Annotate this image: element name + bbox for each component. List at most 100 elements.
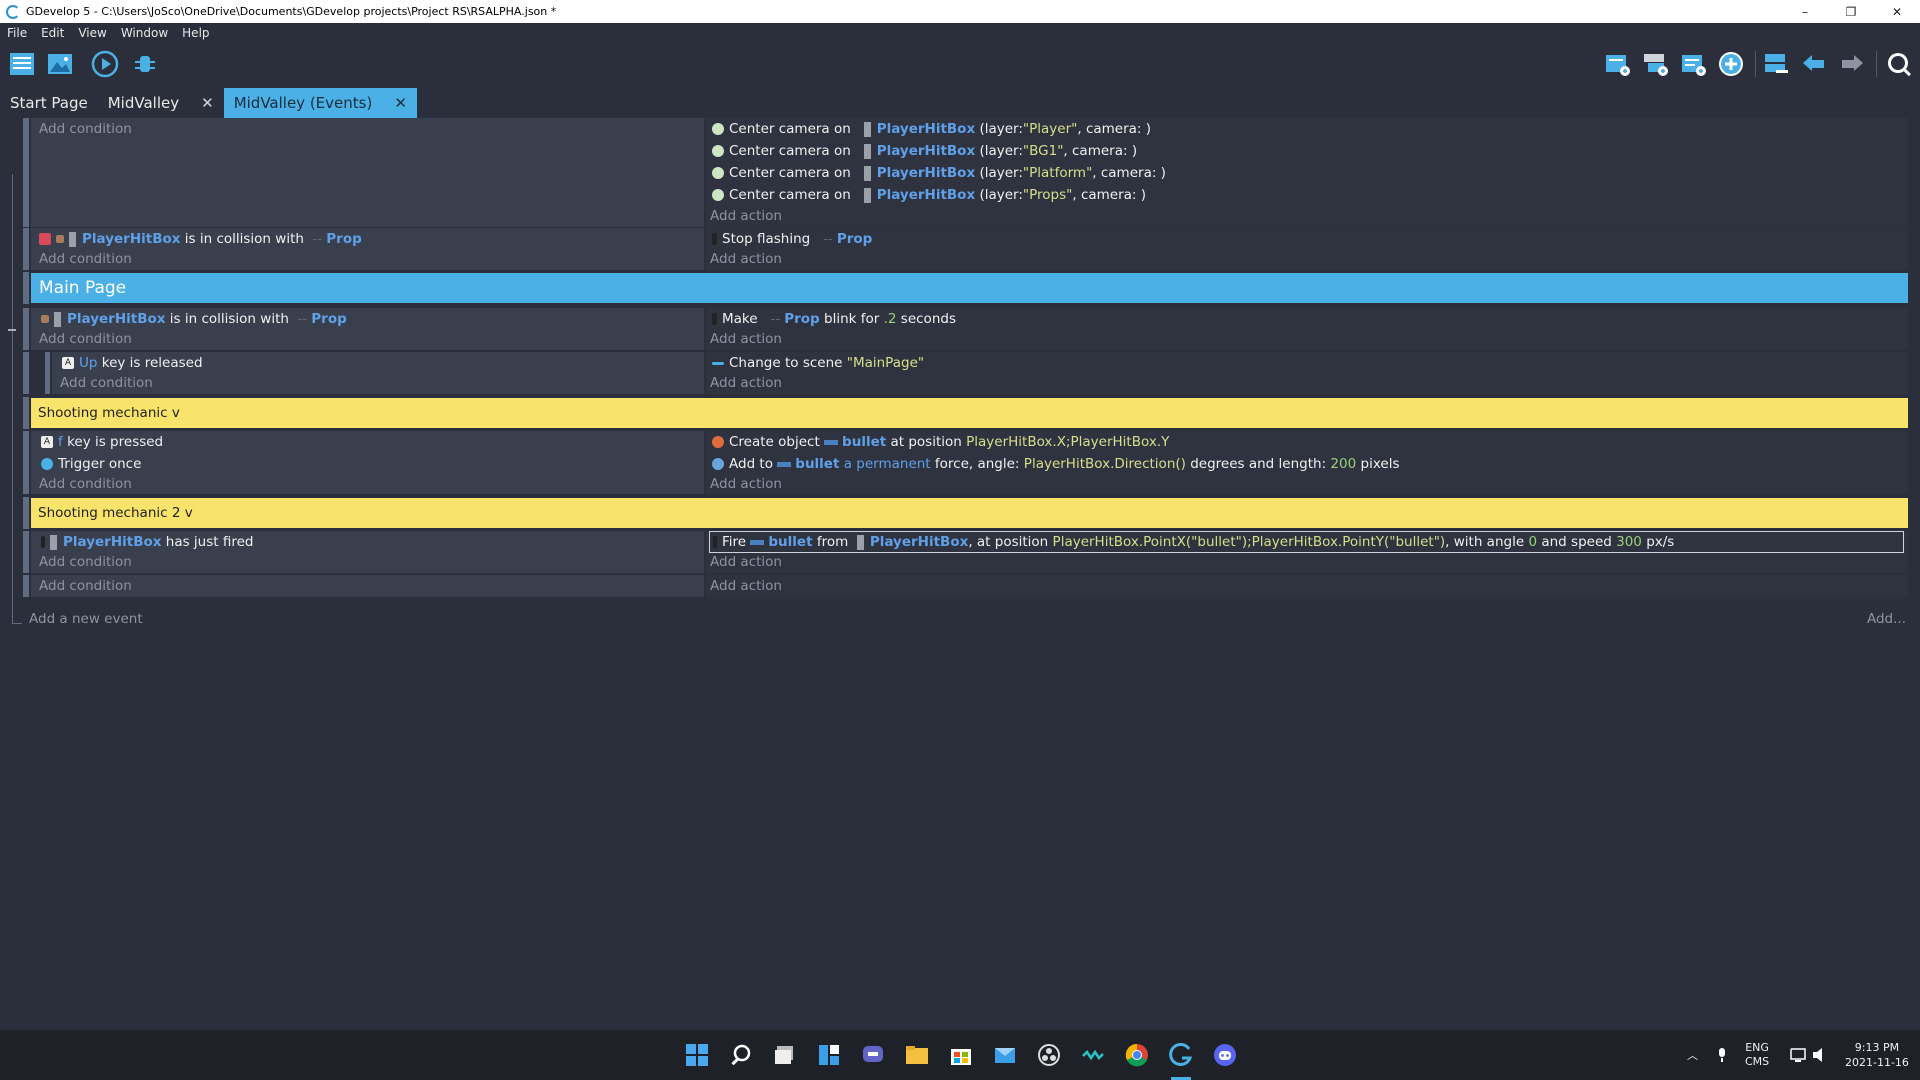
scene-icon[interactable] — [46, 50, 74, 78]
conditions-area[interactable]: Add condition — [31, 118, 704, 227]
add-condition-link[interactable]: Add condition — [39, 248, 132, 270]
menu-window[interactable]: Window — [114, 26, 175, 40]
conditions-area[interactable]: PlayerHitBox is in collision with -- Prop… — [31, 308, 704, 350]
add-other-icon[interactable] — [1717, 50, 1745, 78]
add-condition-link[interactable]: Add condition — [39, 551, 132, 573]
gdevelop-icon[interactable] — [1169, 1043, 1193, 1067]
event-handle[interactable] — [23, 531, 29, 573]
action-row[interactable]: Create object bullet at position PlayerH… — [712, 431, 1169, 453]
event-handle[interactable] — [23, 118, 29, 227]
event-handle[interactable] — [23, 575, 29, 597]
network-icon[interactable] — [1790, 1047, 1808, 1063]
menu-help[interactable]: Help — [175, 26, 216, 40]
add-event-icon[interactable] — [1603, 50, 1631, 78]
event-stop-flashing[interactable]: PlayerHitBox is in collision with -- Prop… — [0, 228, 1920, 270]
event-create-bullet[interactable]: Af key is pressed Trigger once Add condi… — [0, 431, 1920, 494]
condition-row[interactable]: PlayerHitBox has just fired — [41, 531, 254, 553]
obs-icon[interactable] — [1037, 1043, 1061, 1067]
chrome-icon[interactable] — [1125, 1043, 1149, 1067]
action-row[interactable]: Stop flashing -- Prop — [712, 228, 872, 250]
windows-start-icon[interactable] — [685, 1043, 709, 1067]
add-subevent-icon[interactable] — [1641, 50, 1669, 78]
subevent-change-scene[interactable]: A Up key is released Add condition Change… — [0, 352, 1920, 394]
undo-icon[interactable] — [1800, 50, 1828, 78]
action-row[interactable]: Change to scene "MainPage" — [712, 352, 924, 374]
add-action-link[interactable]: Add action — [710, 551, 782, 573]
action-row[interactable]: Center camera on PlayerHitBox (layer: "B… — [712, 140, 1137, 162]
action-row-selected[interactable]: Fire bullet from PlayerHitBox, at positi… — [709, 531, 1904, 553]
actions-area[interactable]: Make -- Prop blink for .2 seconds Add act… — [706, 308, 1908, 350]
maximize-button[interactable]: ❐ — [1828, 0, 1874, 23]
menu-view[interactable]: View — [71, 26, 113, 40]
add-action-link[interactable]: Add action — [710, 372, 782, 394]
add-condition-link[interactable]: Add condition — [39, 118, 132, 140]
debug-icon[interactable] — [131, 50, 159, 78]
show-hidden-icons-icon[interactable]: ︿ — [1687, 1030, 1698, 1080]
microphone-icon[interactable] — [1714, 1047, 1730, 1063]
volume-icon[interactable] — [1812, 1047, 1830, 1063]
preview-play-icon[interactable] — [91, 50, 119, 78]
subevent-handle[interactable] — [45, 352, 50, 394]
event-empty[interactable]: Add condition Add action — [0, 575, 1920, 597]
close-tab-icon[interactable]: ✕ — [201, 94, 214, 112]
search-icon[interactable] — [1884, 50, 1912, 78]
file-explorer-icon[interactable] — [905, 1043, 929, 1067]
event-handle[interactable] — [23, 272, 29, 304]
condition-row[interactable]: Af key is pressed — [41, 431, 163, 453]
action-row[interactable]: Add to bullet a permanent force, angle: … — [712, 453, 1399, 475]
condition-row[interactable]: Trigger once — [41, 453, 141, 475]
actions-area[interactable]: Create object bullet at position PlayerH… — [706, 431, 1908, 494]
group-title[interactable]: Shooting mechanic 2 v — [31, 498, 1908, 528]
minimize-button[interactable]: – — [1782, 0, 1828, 23]
add-action-link[interactable]: Add action — [710, 205, 782, 227]
clock[interactable]: 9:13 PM 2021-11-16 — [1845, 1030, 1909, 1080]
add-comment-icon[interactable] — [1679, 50, 1707, 78]
event-fire-bullet[interactable]: PlayerHitBox has just fired Add conditio… — [0, 531, 1920, 573]
search-icon[interactable] — [729, 1043, 753, 1067]
teams-chat-icon[interactable] — [861, 1043, 885, 1067]
event-handle[interactable] — [23, 431, 29, 494]
add-condition-link[interactable]: Add condition — [39, 575, 132, 597]
event-handle[interactable] — [23, 497, 29, 529]
group-title[interactable]: Shooting mechanic v — [31, 398, 1908, 428]
collapse-arrow-icon[interactable] — [8, 329, 16, 331]
project-manager-icon[interactable] — [8, 50, 36, 78]
actions-area[interactable]: Fire bullet from PlayerHitBox, at positi… — [706, 531, 1908, 573]
actions-area[interactable]: Center camera on PlayerHitBox (layer: "P… — [706, 118, 1908, 227]
conditions-area[interactable]: PlayerHitBox is in collision with -- Prop… — [31, 228, 704, 270]
wave-app-icon[interactable] — [1081, 1043, 1105, 1067]
add-condition-link[interactable]: Add condition — [60, 372, 153, 394]
condition-row[interactable]: PlayerHitBox is in collision with -- Prop — [41, 308, 347, 330]
input-language-indicator[interactable]: ENG CMS — [1745, 1030, 1769, 1080]
add-new-event-link[interactable]: Add a new event — [29, 611, 143, 627]
add-action-link[interactable]: Add action — [710, 473, 782, 495]
event-handle[interactable] — [23, 308, 29, 350]
event-center-camera[interactable]: Add condition Center camera on PlayerHit… — [0, 118, 1920, 227]
mail-icon[interactable] — [993, 1043, 1017, 1067]
menu-edit[interactable]: Edit — [34, 26, 71, 40]
event-prop-blink[interactable]: PlayerHitBox is in collision with -- Prop… — [0, 308, 1920, 350]
conditions-area[interactable]: Add condition — [31, 575, 704, 597]
action-row[interactable]: Center camera on PlayerHitBox (layer: "P… — [712, 162, 1166, 184]
event-handle[interactable] — [23, 352, 29, 394]
action-row[interactable]: Center camera on PlayerHitBox (layer: "P… — [712, 184, 1146, 206]
task-view-icon[interactable] — [773, 1043, 797, 1067]
widgets-icon[interactable] — [817, 1043, 841, 1067]
delete-event-icon[interactable] — [1762, 50, 1790, 78]
event-handle[interactable] — [23, 397, 29, 429]
condition-row[interactable]: A Up key is released — [62, 352, 203, 374]
add-action-link[interactable]: Add action — [710, 248, 782, 270]
close-window-button[interactable]: ✕ — [1874, 0, 1920, 23]
group-event[interactable]: Shooting mechanic v — [0, 397, 1920, 429]
action-row[interactable]: Make -- Prop blink for .2 seconds — [712, 308, 956, 330]
actions-area[interactable]: Add action — [706, 575, 1908, 597]
discord-icon[interactable] — [1213, 1043, 1237, 1067]
menu-file[interactable]: File — [0, 26, 34, 40]
comment-event[interactable]: Main Page — [0, 272, 1920, 304]
add-action-link[interactable]: Add action — [710, 328, 782, 350]
tab-midvalley[interactable]: MidValley ✕ — [98, 88, 224, 118]
action-row[interactable]: Center camera on PlayerHitBox (layer: "P… — [712, 118, 1151, 140]
store-icon[interactable] — [949, 1043, 973, 1067]
conditions-area[interactable]: A Up key is released Add condition — [52, 352, 704, 394]
tab-start-page[interactable]: Start Page — [0, 88, 98, 118]
